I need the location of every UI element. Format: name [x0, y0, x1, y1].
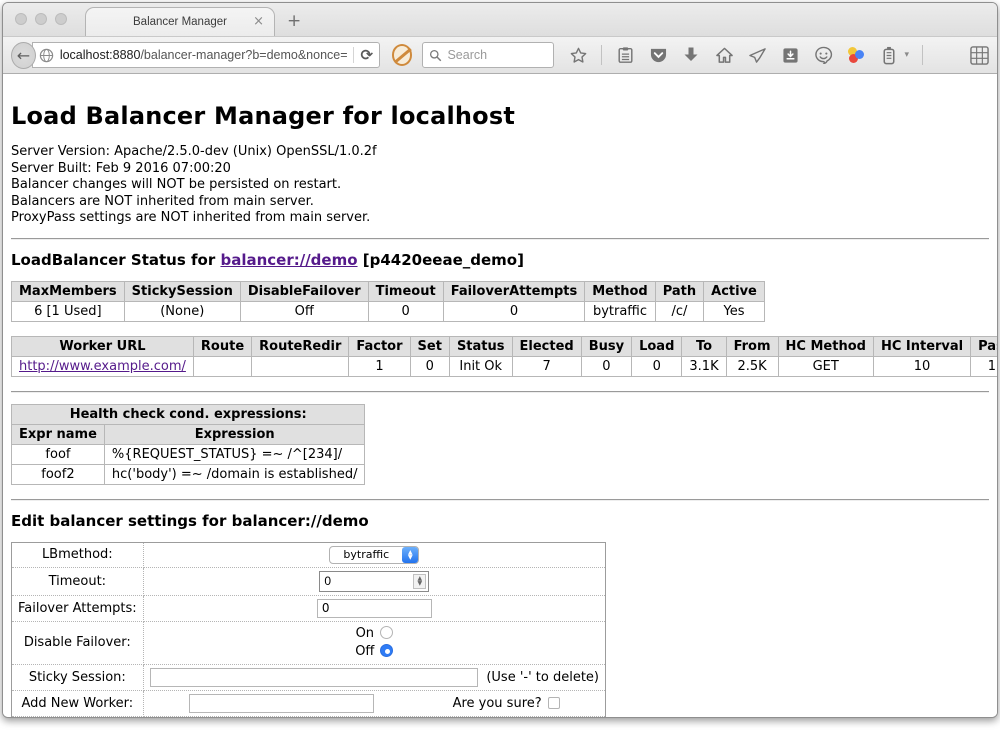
feedback-smiley-icon[interactable] — [813, 45, 833, 65]
content-blocked-icon[interactable] — [392, 44, 412, 66]
app-grid-icon[interactable] — [969, 45, 989, 65]
page-title: Load Balancer Manager for localhost — [11, 102, 989, 130]
add-worker-input[interactable] — [189, 694, 374, 713]
timeout-label: Timeout: — [12, 567, 144, 595]
url-bar[interactable]: localhost:8880/balancer-manager?b=demo&n… — [32, 42, 380, 68]
tab-close-icon[interactable]: × — [253, 15, 264, 28]
sticky-session-row: Sticky Session: (Use '-' to delete) — [12, 664, 606, 690]
window-controls — [15, 13, 67, 25]
server-info: Server Version: Apache/2.5.0-dev (Unix) … — [11, 144, 989, 227]
menu-icon[interactable] — [936, 45, 956, 65]
table-header-row: Worker URL Route RouteRedir Factor Set S… — [12, 336, 998, 356]
back-button[interactable]: ← — [11, 42, 36, 69]
are-you-sure-checkbox[interactable] — [548, 697, 560, 709]
disable-failover-row: Disable Failover: On Off — [12, 621, 606, 664]
toolbar-separator-2 — [922, 45, 923, 65]
divider — [11, 391, 989, 393]
site-globe-icon — [39, 48, 54, 63]
failover-on-label: On — [356, 626, 374, 641]
reading-list-icon[interactable] — [615, 45, 635, 65]
browser-window: Balancer Manager × + ← localhost:8880/ba… — [2, 2, 998, 718]
server-version-line: Server Version: Apache/2.5.0-dev (Unix) … — [11, 144, 989, 161]
bookmark-star-icon[interactable] — [568, 45, 588, 65]
table-header-row: Expr name Expression — [12, 424, 365, 444]
worker-status-table: Worker URL Route RouteRedir Factor Set S… — [11, 336, 997, 377]
sticky-session-label: Sticky Session: — [12, 664, 144, 690]
battery-extension-icon[interactable] — [879, 45, 899, 65]
disable-failover-label: Disable Failover: — [12, 621, 144, 664]
page-content: Load Balancer Manager for localhost Serv… — [3, 74, 997, 718]
table-title-row: Health check cond. expressions: — [12, 404, 365, 424]
home-icon[interactable] — [714, 45, 734, 65]
save-page-icon[interactable] — [780, 45, 800, 65]
status-heading: LoadBalancer Status for balancer://demo … — [11, 251, 989, 269]
inherit-note-line: Balancers are NOT inherited from main se… — [11, 194, 989, 211]
health-check-table: Health check cond. expressions: Expr nam… — [11, 404, 365, 485]
failover-attempts-label: Failover Attempts: — [12, 595, 144, 621]
search-input[interactable] — [447, 48, 547, 62]
lbmethod-select[interactable]: bytraffic ▲▼ — [329, 546, 419, 564]
toolbar-separator — [601, 45, 602, 65]
failover-on-radio[interactable] — [380, 626, 393, 639]
failover-off-label: Off — [355, 644, 374, 659]
table-header-row: MaxMembers StickySession DisableFailover… — [12, 281, 765, 301]
downloads-icon[interactable] — [681, 45, 701, 65]
tab-bar: Balancer Manager × + — [3, 3, 997, 36]
worker-url-link[interactable]: http://www.example.com/ — [19, 359, 186, 374]
failover-off-radio[interactable] — [380, 644, 393, 657]
url-text: localhost:8880/balancer-manager?b=demo&n… — [60, 48, 348, 62]
search-icon — [429, 49, 442, 62]
toolbar-buttons: ▾ — [568, 45, 989, 65]
reload-button[interactable]: ⟳ — [360, 46, 373, 64]
pocket-icon[interactable] — [648, 45, 668, 65]
table-row: foof2 hc('body') =~ /domain is establish… — [12, 464, 365, 484]
table-row: foof %{REQUEST_STATUS} =~ /^[234]/ — [12, 444, 365, 464]
tab-balancer-manager[interactable]: Balancer Manager × — [85, 7, 275, 36]
add-worker-label: Add New Worker: — [12, 690, 144, 716]
timeout-input[interactable] — [320, 573, 413, 589]
balancer-status-table: MaxMembers StickySession DisableFailover… — [11, 281, 765, 322]
submit-row: Submit — [12, 716, 606, 718]
window-zoom-button[interactable] — [55, 13, 67, 25]
timeout-row: Timeout: ▲▼ — [12, 567, 606, 595]
balancer-settings-form: LBmethod: bytraffic ▲▼ Timeout: ▲▼ — [11, 542, 606, 719]
colorful-extension-icon[interactable] — [846, 45, 866, 65]
timeout-input-wrap: ▲▼ — [319, 571, 429, 592]
chevron-down-icon[interactable]: ▾ — [904, 50, 909, 60]
table-row: 6 [1 Used] (None) Off 0 0 bytraffic /c/ … — [12, 301, 765, 321]
window-close-button[interactable] — [15, 13, 27, 25]
server-built-line: Server Built: Feb 9 2016 07:00:20 — [11, 161, 989, 178]
table-row: http://www.example.com/ 1 0 Init Ok 7 0 … — [12, 356, 998, 376]
divider — [11, 499, 989, 501]
sticky-session-input[interactable] — [150, 668, 479, 687]
url-divider — [353, 47, 354, 63]
select-stepper-icon: ▲▼ — [402, 547, 418, 563]
failover-attempts-row: Failover Attempts: — [12, 595, 606, 621]
proxypass-note-line: ProxyPass settings are NOT inherited fro… — [11, 210, 989, 227]
sticky-session-hint: (Use '-' to delete) — [486, 670, 599, 685]
lbmethod-label: LBmethod: — [12, 542, 144, 567]
window-minimize-button[interactable] — [35, 13, 47, 25]
number-spinner-icon[interactable]: ▲▼ — [413, 574, 426, 589]
tab-title: Balancer Manager — [133, 16, 227, 28]
balancer-link[interactable]: balancer://demo — [220, 251, 357, 269]
navigation-toolbar: ← localhost:8880/balancer-manager?b=demo… — [3, 36, 997, 74]
lbmethod-row: LBmethod: bytraffic ▲▼ — [12, 542, 606, 567]
add-worker-row: Add New Worker: Are you sure? — [12, 690, 606, 716]
search-bar — [422, 42, 554, 68]
send-tab-icon[interactable] — [747, 45, 767, 65]
persist-note-line: Balancer changes will NOT be persisted o… — [11, 177, 989, 194]
divider — [11, 238, 989, 240]
edit-settings-heading: Edit balancer settings for balancer://de… — [11, 512, 989, 530]
failover-attempts-input[interactable] — [317, 599, 432, 618]
new-tab-button[interactable]: + — [287, 11, 301, 31]
are-you-sure: Are you sure? — [453, 696, 560, 711]
